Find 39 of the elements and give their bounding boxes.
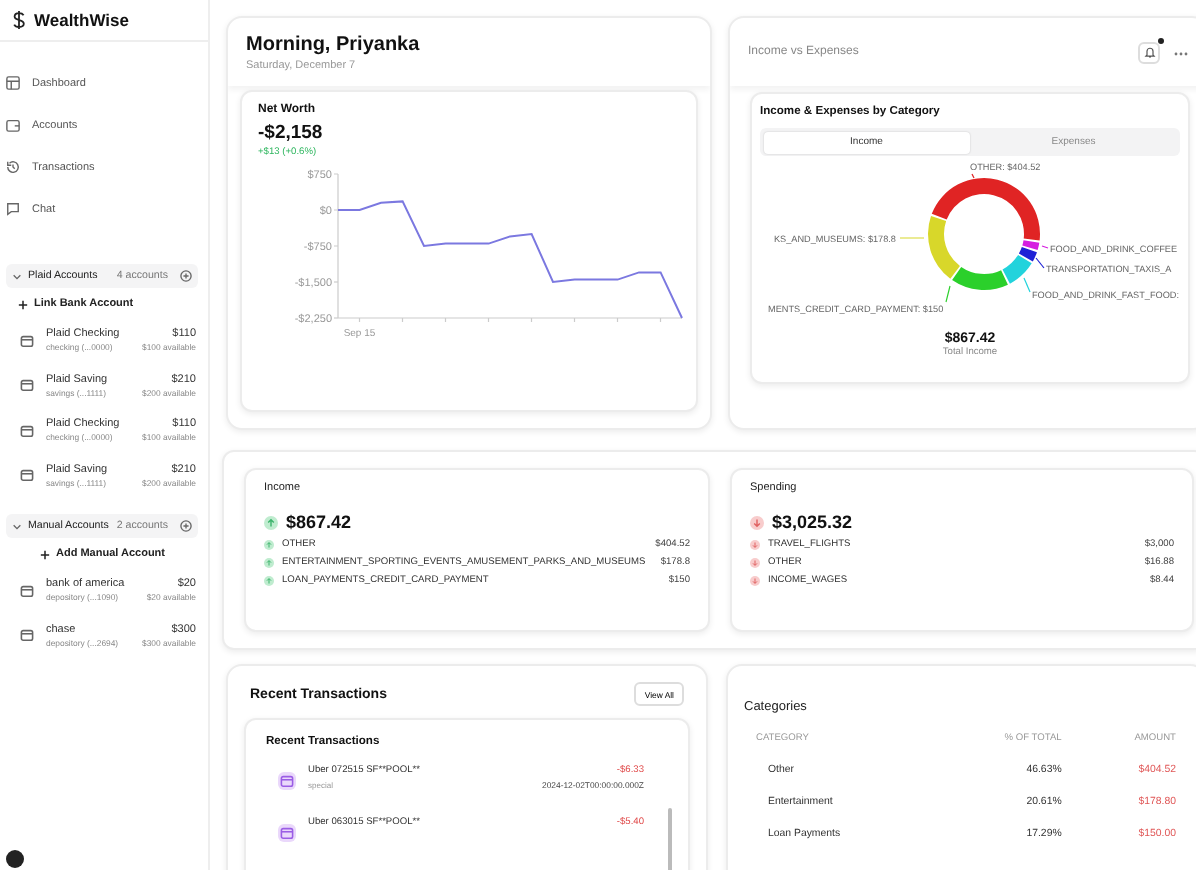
summary-total: $3,025.32 [772,512,853,532]
arrow-up-circle-icon [264,576,274,586]
account-icon [20,468,34,483]
arrow-up-circle-icon [264,515,278,529]
arrow-down-circle-icon [750,576,760,586]
arrow-up-circle-icon [264,558,274,568]
chat-icon [6,202,20,216]
greeting-title: Morning, Priyanka [246,33,420,55]
notification-dot-icon [1158,37,1164,43]
notifications-button[interactable] [1138,41,1160,63]
plus-icon [18,299,28,309]
account-icon [20,378,34,393]
history-icon [6,160,20,174]
arrow-down-circle-icon [750,558,760,568]
dashboard-icon [6,76,20,90]
plus-icon [40,549,50,559]
summary-total: $867.42 [286,512,352,532]
account-icon [20,423,34,438]
add-circle-icon[interactable] [180,270,192,282]
account-icon [20,583,34,598]
leader-line [945,285,951,303]
avatar[interactable] [6,850,24,868]
dollar-icon [12,10,26,30]
account-icon [20,333,34,348]
scrollbar[interactable] [668,808,672,870]
arrow-down-circle-icon [750,540,760,550]
arrow-down-circle-icon [750,515,764,529]
net-worth-value: -$2,158 [258,122,325,144]
bell-icon [1143,46,1155,58]
leader-line [1035,257,1045,269]
leader-line [971,173,975,179]
add-circle-icon[interactable] [180,520,192,532]
arrow-up-circle-icon [264,540,274,550]
app-name: WealthWise [34,10,129,30]
account-icon [20,628,34,643]
leader-line [899,237,925,239]
leader-line [1023,277,1031,293]
wallet-icon [6,118,20,132]
leader-line [1041,245,1049,249]
